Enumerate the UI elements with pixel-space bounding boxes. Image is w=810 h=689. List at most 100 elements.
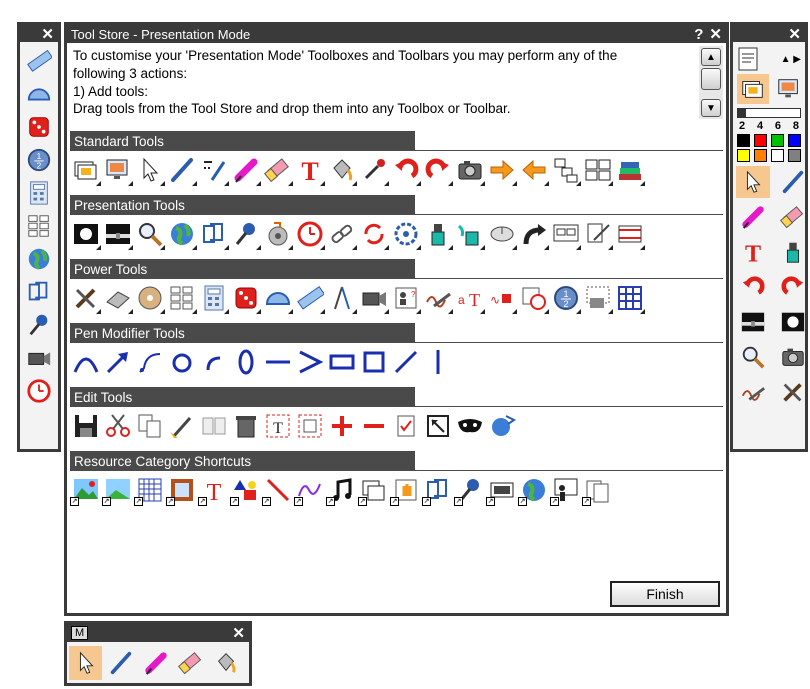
- color-swatch[interactable]: [754, 149, 767, 162]
- ink-splash-icon[interactable]: [454, 219, 485, 250]
- user-info-icon[interactable]: ?: [390, 283, 421, 314]
- text-icon[interactable]: T: [294, 155, 325, 186]
- ink-bottle-icon[interactable]: [776, 236, 810, 268]
- dual-screen-icon[interactable]: [550, 219, 581, 250]
- help-icon[interactable]: ?: [694, 26, 703, 43]
- keypad-icon[interactable]: [23, 211, 55, 240]
- paste-brush-icon[interactable]: [166, 411, 197, 442]
- music-shortcut-icon[interactable]: ↗: [326, 475, 357, 506]
- plus-icon[interactable]: [326, 411, 357, 442]
- tools-icon[interactable]: [70, 283, 101, 314]
- handwriting-icon[interactable]: [736, 376, 770, 408]
- redo-arrow-icon[interactable]: [518, 219, 549, 250]
- fill-bucket-icon[interactable]: [209, 646, 242, 680]
- ruler-slant-icon[interactable]: [102, 283, 133, 314]
- swap-icon[interactable]: [614, 219, 645, 250]
- select-arrow-icon[interactable]: [736, 166, 770, 198]
- next-page-icon[interactable]: [486, 155, 517, 186]
- highlighter-icon[interactable]: [139, 646, 172, 680]
- pages-icon[interactable]: [198, 219, 229, 250]
- desktop-icon[interactable]: [102, 155, 133, 186]
- frame-shortcut-icon[interactable]: ↗: [166, 475, 197, 506]
- duplicate-icon[interactable]: [198, 411, 229, 442]
- ruler-icon[interactable]: [23, 46, 55, 75]
- fill-bucket-icon[interactable]: [326, 155, 357, 186]
- dice-icon[interactable]: [230, 283, 261, 314]
- line-shortcut-icon[interactable]: ↗: [262, 475, 293, 506]
- camera-icon[interactable]: [776, 341, 810, 373]
- pin-shortcut-icon[interactable]: ↗: [454, 475, 485, 506]
- redo-icon[interactable]: [776, 271, 810, 303]
- cd-icon[interactable]: [134, 283, 165, 314]
- magnifier-icon[interactable]: [736, 341, 770, 373]
- arrow-line-icon[interactable]: [102, 347, 133, 378]
- freehand-curve-icon[interactable]: [70, 347, 101, 378]
- close-icon[interactable]: ✕: [709, 26, 722, 43]
- right-toolbox-titlebar[interactable]: ✕: [733, 25, 805, 43]
- mini-toolbar-titlebar[interactable]: M ✕: [67, 624, 249, 642]
- undo-icon[interactable]: [390, 155, 421, 186]
- copy-icon[interactable]: [134, 411, 165, 442]
- menu-icon[interactable]: [737, 46, 759, 72]
- redo-icon[interactable]: [422, 155, 453, 186]
- scroll-thumb[interactable]: [701, 68, 721, 90]
- ink-bottle-icon[interactable]: [422, 219, 453, 250]
- handwriting-icon[interactable]: [422, 283, 453, 314]
- pen-icon[interactable]: [104, 646, 137, 680]
- rotate-icon[interactable]: [390, 219, 421, 250]
- spotlight-icon[interactable]: [70, 219, 101, 250]
- tools-icon[interactable]: [776, 376, 810, 408]
- protractor-icon[interactable]: [262, 283, 293, 314]
- grid-icon[interactable]: [614, 283, 645, 314]
- flipchart-icon[interactable]: [70, 155, 101, 186]
- fraction-icon[interactable]: 12: [23, 145, 55, 174]
- landscape-shortcut-icon[interactable]: ↗: [70, 475, 101, 506]
- globe-shortcut-icon[interactable]: ↗: [518, 475, 549, 506]
- color-swatch[interactable]: [771, 149, 784, 162]
- scroll-down-button[interactable]: ▼: [701, 99, 721, 117]
- pen-width-slider[interactable]: [737, 108, 801, 118]
- delete-bin-icon[interactable]: [230, 411, 261, 442]
- instructions-scrollbar[interactable]: ▲ ▼: [699, 46, 723, 119]
- page-organiser-icon[interactable]: [550, 155, 581, 186]
- teacher-shortcut-icon[interactable]: ↗: [550, 475, 581, 506]
- color-swatch[interactable]: [771, 134, 784, 147]
- toolbox-menu[interactable]: ▲ ▶: [733, 42, 805, 74]
- connector-icon[interactable]: [134, 347, 165, 378]
- eyedropper-icon[interactable]: [358, 155, 389, 186]
- text-icon[interactable]: T: [736, 236, 770, 268]
- close-icon[interactable]: ✕: [41, 25, 54, 43]
- flipchart-shortcut-icon[interactable]: ↗: [358, 475, 389, 506]
- select-arrow-icon[interactable]: [69, 646, 102, 680]
- color-swatch[interactable]: [788, 134, 801, 147]
- pages-icon[interactable]: [23, 277, 55, 306]
- line-icon[interactable]: [262, 347, 293, 378]
- collapse-arrows-icon[interactable]: ▲ ▶: [781, 54, 801, 65]
- minus-icon[interactable]: [358, 411, 389, 442]
- globe-icon[interactable]: [166, 219, 197, 250]
- video-camera-icon[interactable]: [23, 343, 55, 372]
- diagonal-line-icon[interactable]: [390, 347, 421, 378]
- fraction-icon[interactable]: 12: [550, 283, 581, 314]
- close-icon[interactable]: ✕: [232, 624, 245, 642]
- page-sorter-icon[interactable]: [582, 155, 613, 186]
- undo-icon[interactable]: [736, 271, 770, 303]
- eraser-icon[interactable]: [174, 646, 207, 680]
- pin-icon[interactable]: [230, 219, 261, 250]
- image-shortcut-icon[interactable]: ↗: [102, 475, 133, 506]
- crop-icon[interactable]: [422, 411, 453, 442]
- refresh-icon[interactable]: [358, 219, 389, 250]
- calendar-clock-icon[interactable]: [518, 283, 549, 314]
- square-icon[interactable]: [358, 347, 389, 378]
- vertical-line-icon[interactable]: [422, 347, 453, 378]
- sound-icon[interactable]: [262, 219, 293, 250]
- text-edit-icon[interactable]: T: [262, 411, 293, 442]
- pen-style-icon[interactable]: [198, 155, 229, 186]
- shape-convert-icon[interactable]: ∿: [486, 283, 517, 314]
- checklist-icon[interactable]: [390, 411, 421, 442]
- finish-button[interactable]: Finish: [610, 581, 720, 607]
- highlighter-icon[interactable]: [736, 201, 770, 233]
- color-swatch[interactable]: [788, 149, 801, 162]
- pen-icon[interactable]: [166, 155, 197, 186]
- video-shortcut-icon[interactable]: ↗: [486, 475, 517, 506]
